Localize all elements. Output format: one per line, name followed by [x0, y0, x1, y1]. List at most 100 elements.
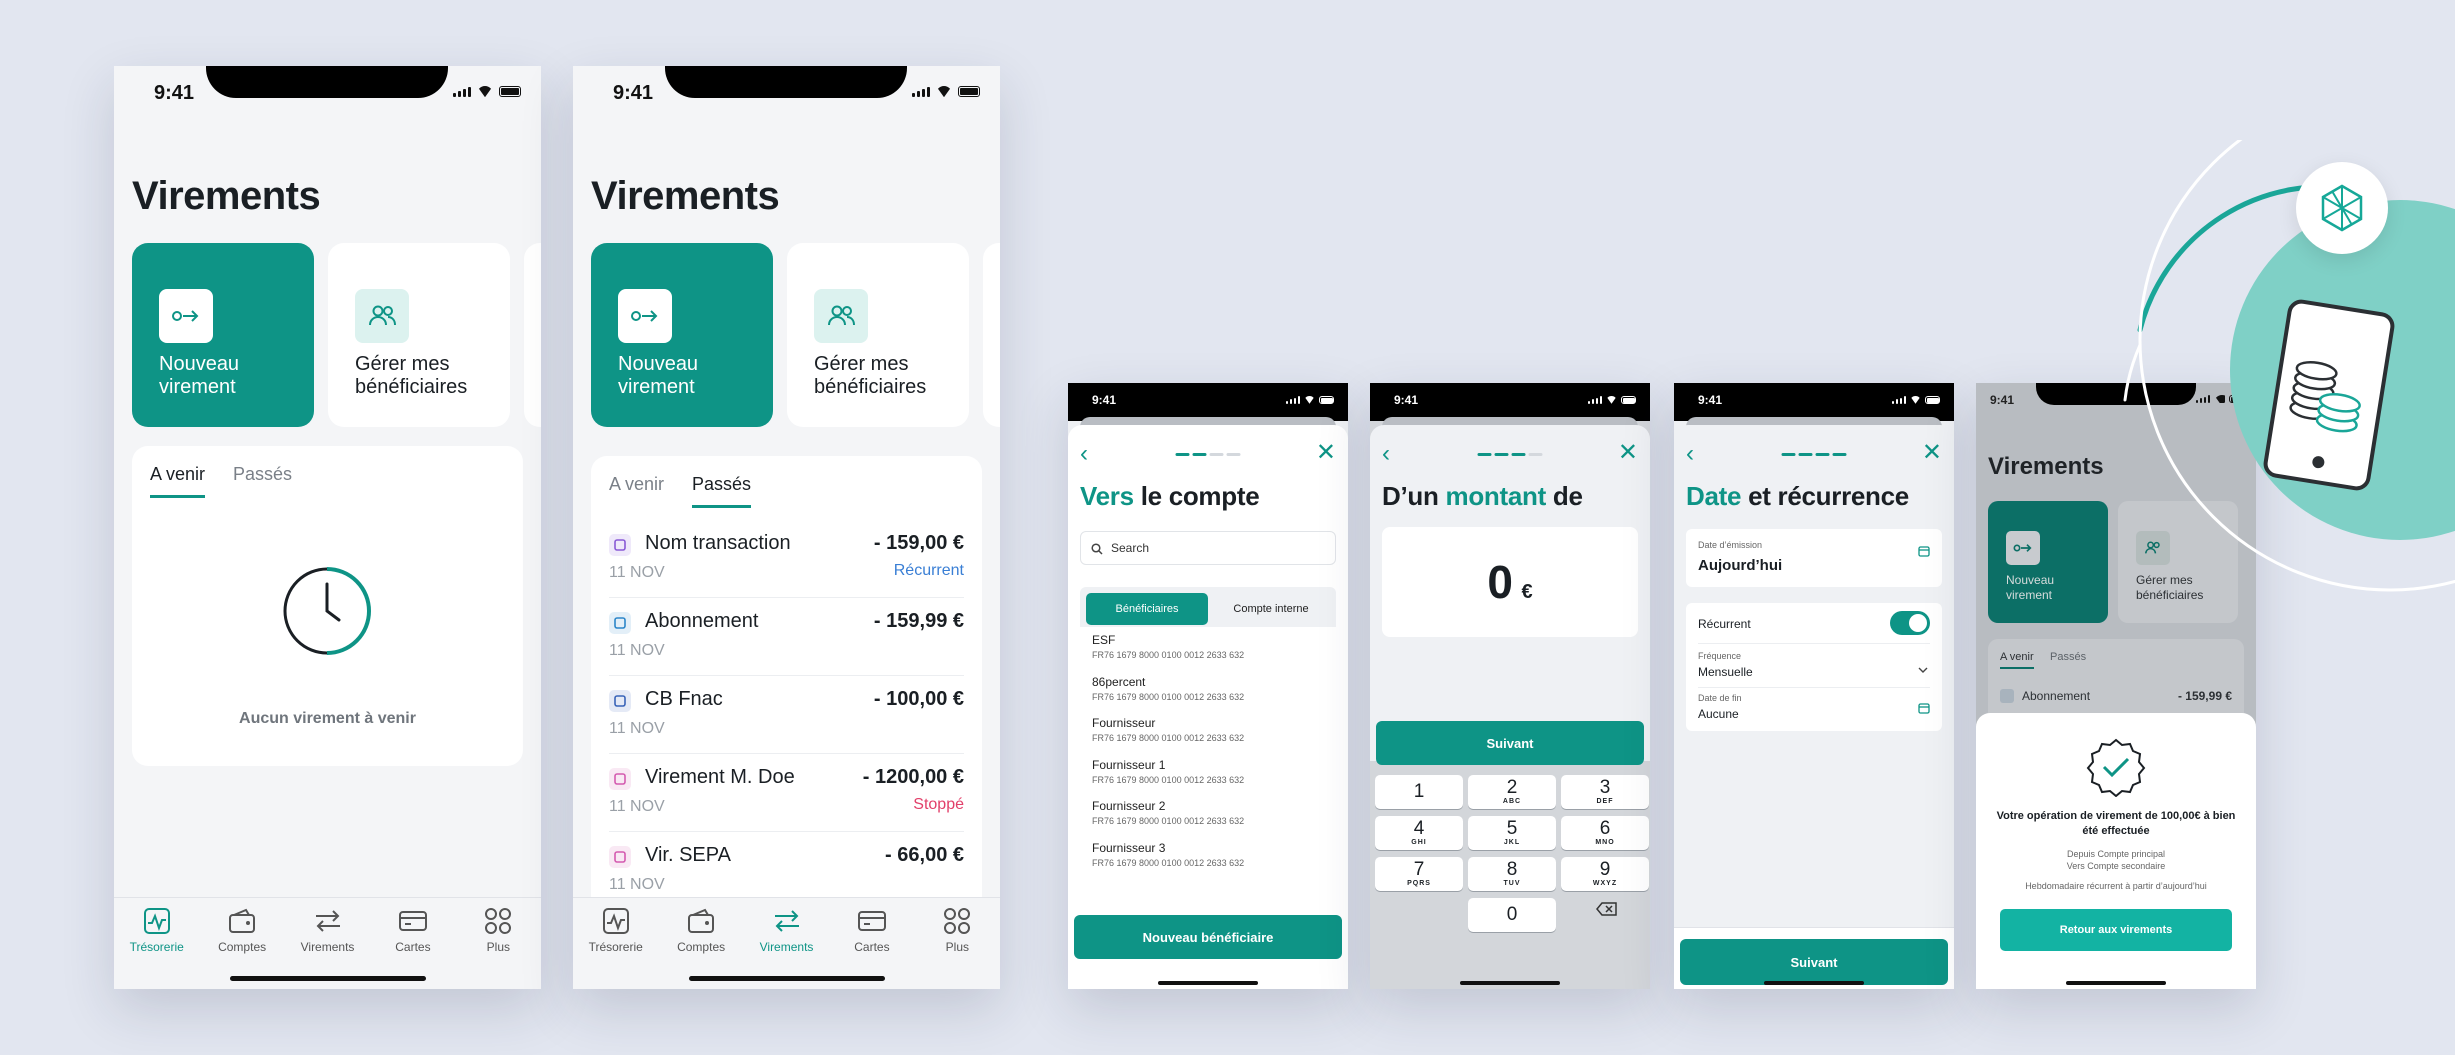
- tab-upcoming[interactable]: A venir: [150, 464, 206, 498]
- manage-beneficiaries-card[interactable]: Gérer mes bénéficiaires: [787, 243, 969, 427]
- tab-label: Virements: [300, 940, 355, 954]
- beneficiary-name: ESF: [1092, 633, 1116, 647]
- beneficiary-item[interactable]: Fournisseur FR76 1679 8000 0100 0012 2633…: [1092, 716, 1244, 743]
- frequency-label: Fréquence: [1698, 651, 1742, 661]
- beneficiary-item[interactable]: ESF FR76 1679 8000 0100 0012 2633 632: [1092, 633, 1244, 660]
- keypad-key[interactable]: 9 WXYZ: [1561, 857, 1649, 891]
- step-progress: [1175, 453, 1241, 456]
- new-beneficiary-button[interactable]: Nouveau bénéficiaire: [1074, 915, 1342, 959]
- beneficiary-iban: FR76 1679 8000 0100 0012 2633 632: [1092, 733, 1245, 743]
- search-field[interactable]: Search: [1080, 531, 1336, 565]
- close-icon[interactable]: ✕: [1312, 441, 1336, 467]
- search-icon: [1091, 542, 1103, 555]
- new-transfer-card[interactable]: Nouveau virement: [591, 243, 773, 427]
- status-bar: 9:41: [573, 66, 1000, 124]
- tab-plus[interactable]: Plus: [456, 898, 541, 989]
- keypad-key[interactable]: 2 ABC: [1468, 775, 1556, 809]
- keypad-key[interactable]: 4 GHI: [1375, 816, 1463, 850]
- tab-plus[interactable]: Plus: [915, 898, 1000, 989]
- tab-label: Trésorerie: [588, 940, 643, 954]
- tab-label: Comptes: [677, 940, 726, 954]
- key-digit: 8: [1506, 859, 1518, 880]
- tab-past[interactable]: Passés: [233, 464, 292, 498]
- wifi-icon: [477, 86, 493, 97]
- tab-tresorerie[interactable]: Trésorerie: [573, 898, 658, 989]
- wallet-icon: [686, 906, 716, 936]
- backspace-icon[interactable]: [1596, 902, 1618, 916]
- close-icon[interactable]: ✕: [1918, 441, 1942, 467]
- amount-display[interactable]: 0 €: [1382, 527, 1638, 637]
- keypad-key[interactable]: 1: [1375, 775, 1463, 809]
- segment-internal-account[interactable]: Compte interne: [1212, 593, 1330, 625]
- bank-icon: [609, 612, 631, 634]
- calendar-icon[interactable]: [1918, 701, 1930, 719]
- beneficiary-iban: FR76 1679 8000 0100 0012 2633 632: [1092, 691, 1245, 702]
- new-transfer-card[interactable]: Nouveau virement: [1988, 501, 2108, 623]
- back-chevron-icon[interactable]: ‹: [1382, 442, 1406, 467]
- next-card-peek[interactable]: [524, 243, 541, 427]
- tab-tresorerie[interactable]: Trésorerie: [114, 898, 199, 989]
- next-button[interactable]: Suivant: [1680, 939, 1948, 985]
- transaction-date: 11 NOV: [609, 876, 665, 893]
- user-icon: [609, 768, 631, 790]
- wallet-icon: [227, 906, 257, 936]
- transfer-arrows-icon: [313, 906, 343, 936]
- key-digit: 2: [1506, 777, 1518, 798]
- beneficiary-item[interactable]: Fournisseur 3 FR76 1679 8000 0100 0012 26…: [1092, 841, 1244, 868]
- recurrent-toggle[interactable]: [1890, 611, 1930, 635]
- back-chevron-icon[interactable]: ‹: [1080, 442, 1104, 467]
- transaction-row[interactable]: CB Fnac 11 NOV - 100,00 €: [609, 676, 964, 754]
- keypad-key[interactable]: 7 PQRS: [1375, 857, 1463, 891]
- keypad-key[interactable]: 0: [1468, 898, 1556, 932]
- tab-upcoming[interactable]: A venir: [609, 474, 664, 508]
- beneficiary-item[interactable]: Fournisseur 1 FR76 1679 8000 0100 0012 26…: [1092, 758, 1244, 785]
- back-to-transfers-button[interactable]: Retour aux virements: [2000, 909, 2232, 951]
- tab-past[interactable]: Passés: [692, 474, 752, 508]
- key-letters: PQRS: [1407, 880, 1431, 887]
- tab-upcoming[interactable]: A venir: [2000, 651, 2034, 669]
- keypad-key[interactable]: 5 JKL: [1468, 816, 1556, 850]
- frequency-value[interactable]: Mensuelle: [1698, 665, 1753, 679]
- keypad-key[interactable]: 3 DEF: [1561, 775, 1649, 809]
- transaction-status: Stoppé: [913, 796, 964, 813]
- chevron-down-icon[interactable]: [1918, 661, 1928, 679]
- coin-stack-icon: [2282, 349, 2370, 445]
- new-transfer-card[interactable]: Nouveau virement: [132, 243, 314, 427]
- keypad-key[interactable]: 8 TUV: [1468, 857, 1556, 891]
- next-button[interactable]: Suivant: [1376, 721, 1644, 765]
- beneficiary-item[interactable]: Fournisseur 2 FR76 1679 8000 0100 0012 26…: [1092, 799, 1244, 826]
- divider: [1698, 687, 1930, 688]
- step-progress: [1781, 453, 1847, 456]
- manage-beneficiaries-card[interactable]: Gérer mes bénéficiaires: [328, 243, 510, 427]
- transaction-amount: - 1200,00 €: [862, 766, 964, 788]
- battery-icon: [1621, 396, 1636, 404]
- status-bar: 9:41: [1370, 383, 1650, 421]
- segment-beneficiaries[interactable]: Bénéficiaires: [1086, 593, 1208, 625]
- sheet-title: D’un montant de: [1382, 481, 1583, 512]
- home-indicator: [1158, 981, 1258, 985]
- tab-past[interactable]: Passés: [2050, 651, 2086, 663]
- keypad-key[interactable]: 6 MNO: [1561, 816, 1649, 850]
- issue-date-label: Date d’émission: [1698, 540, 1763, 550]
- transaction-name: CB Fnac: [645, 688, 723, 710]
- page-title: Virements: [591, 174, 780, 218]
- key-letters: WXYZ: [1592, 880, 1618, 887]
- back-chevron-icon[interactable]: ‹: [1686, 442, 1710, 467]
- status-icons: [1286, 396, 1334, 404]
- transaction-row[interactable]: Abonnement 11 NOV - 159,99 €: [609, 598, 964, 676]
- title-accent: Vers: [1080, 481, 1134, 511]
- key-digit: 6: [1599, 818, 1611, 839]
- numeric-keypad: 1 2 ABC 3 DEF 4 GHI 5 JKL 6 MNO 7 PQRS 8 TUV 9 WXYZ 0: [1370, 771, 1650, 989]
- row-name: Abonnement: [2022, 689, 2091, 703]
- beneficiary-iban: FR76 1679 8000 0100 0012 2633 632: [1092, 650, 1245, 660]
- issue-date-field[interactable]: Date d’émission Aujourd’hui: [1686, 529, 1942, 587]
- sheet-title: Vers le compte: [1080, 481, 1260, 512]
- home-indicator: [688, 976, 885, 981]
- transaction-row[interactable]: Nom transaction 11 NOV - 159,00 € Récurrent: [609, 520, 964, 598]
- close-icon[interactable]: ✕: [1614, 441, 1638, 467]
- transaction-row[interactable]: Virement M. Doe 11 NOV - 1200,00 € Stoppé: [609, 754, 964, 832]
- beneficiary-item[interactable]: 86percent FR76 1679 8000 0100 0012 2633 6…: [1092, 675, 1244, 702]
- transfers-panel: A venir Passés Aucun virement à venir: [132, 446, 523, 766]
- next-card-peek[interactable]: [983, 243, 1000, 427]
- end-date-value[interactable]: Aucune: [1698, 707, 1739, 721]
